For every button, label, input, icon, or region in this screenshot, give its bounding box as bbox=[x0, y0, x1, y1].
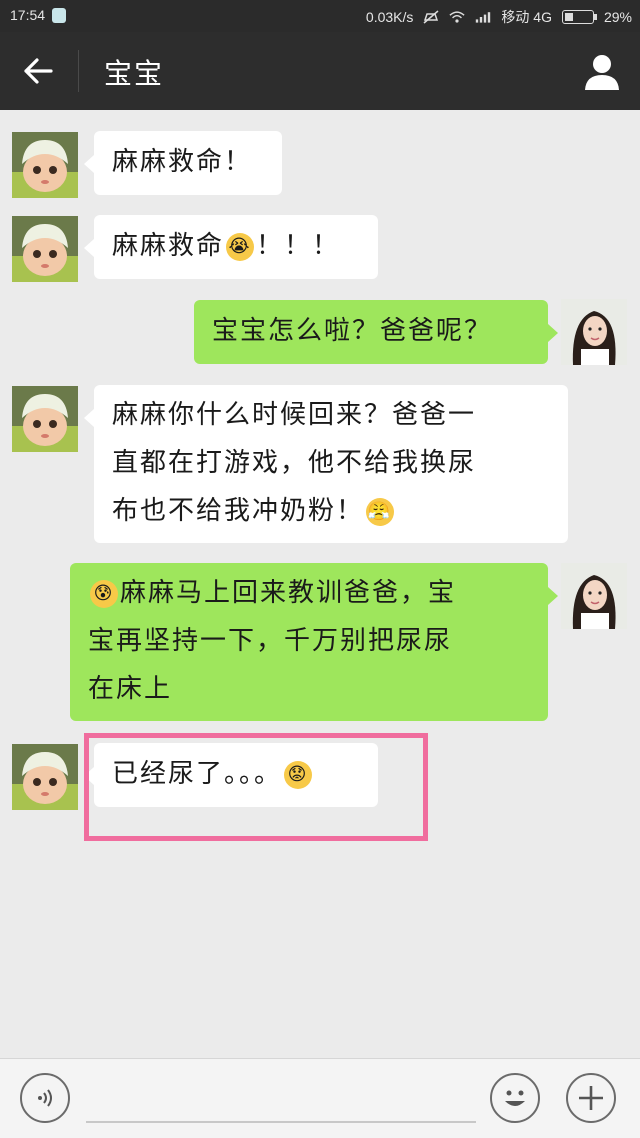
message-line: 在床上 bbox=[88, 674, 173, 704]
chat-title: 宝宝 bbox=[104, 57, 165, 90]
notification-icon bbox=[52, 8, 66, 23]
carrier-label: 移动 4G bbox=[501, 9, 552, 25]
message-text: 宝宝怎么啦？爸爸呢？ bbox=[212, 316, 493, 346]
back-button[interactable] bbox=[14, 48, 62, 94]
avatar-baby[interactable] bbox=[12, 216, 78, 282]
status-time: 17:54 bbox=[10, 7, 46, 23]
person-icon bbox=[585, 55, 619, 90]
highlight-annotation-box bbox=[84, 733, 428, 841]
message-bubble-received[interactable]: 麻麻救命 😭！！！ bbox=[84, 215, 378, 279]
angry-emoji-icon: 😤 bbox=[366, 497, 395, 526]
avatar-baby[interactable] bbox=[12, 386, 78, 452]
message-line: 麻麻马上回来教训爸爸，宝 bbox=[120, 578, 457, 608]
message-bubble-received[interactable]: 麻麻你什么时候回来？爸爸一 直都在打游戏，他不给我换尿 布也不给我冲奶粉！ 😤 bbox=[84, 385, 568, 543]
message-line: 麻麻你什么时候回来？爸爸一 bbox=[112, 400, 477, 430]
plus-icon bbox=[579, 1086, 603, 1110]
chat-input-bar bbox=[0, 1058, 640, 1138]
message-bubble-sent[interactable]: 😰 麻麻马上回来教训爸爸，宝 宝再坚持一下，千万别把尿尿 在床上 bbox=[70, 563, 558, 721]
voice-icon bbox=[38, 1089, 52, 1107]
message-bubble-received[interactable]: 麻麻救命！ bbox=[84, 131, 282, 195]
battery-percent: 29% bbox=[603, 9, 632, 25]
message-text: 麻麻救命 bbox=[112, 231, 225, 261]
avatar-mom[interactable] bbox=[561, 563, 627, 629]
battery-icon bbox=[561, 10, 597, 24]
header-divider bbox=[78, 50, 79, 92]
mute-icon bbox=[423, 10, 439, 24]
emoji-button[interactable] bbox=[490, 1073, 540, 1123]
avatar-mom[interactable] bbox=[561, 299, 627, 365]
fearful-emoji-icon: 😰 bbox=[90, 579, 118, 608]
wifi-icon bbox=[449, 11, 465, 23]
message-text: 麻麻救命！ bbox=[112, 147, 253, 177]
avatar-baby[interactable] bbox=[12, 744, 78, 810]
message-line: 布也不给我冲奶粉！ bbox=[112, 496, 365, 526]
message-text-suffix: ！！！ bbox=[256, 231, 341, 261]
smiley-icon bbox=[505, 1090, 525, 1106]
message-line: 宝再坚持一下，千万别把尿尿 bbox=[88, 626, 453, 656]
net-speed: 0.03K/s bbox=[365, 9, 414, 25]
back-arrow-icon bbox=[24, 58, 53, 84]
message-line: 直都在打游戏，他不给我换尿 bbox=[112, 448, 477, 478]
avatar-baby[interactable] bbox=[12, 132, 78, 198]
message-bubble-sent[interactable]: 宝宝怎么啦？爸爸呢？ bbox=[194, 300, 558, 364]
contact-profile-button[interactable] bbox=[580, 50, 624, 94]
chat-header: 宝宝 bbox=[0, 32, 640, 110]
status-bar: 17:54 0.03K/s 移动 4G 29% bbox=[0, 0, 640, 32]
more-options-button[interactable] bbox=[566, 1073, 616, 1123]
signal-icon bbox=[476, 12, 491, 23]
crying-emoji-icon: 😭 bbox=[226, 232, 255, 261]
voice-input-button[interactable] bbox=[20, 1073, 70, 1123]
message-input[interactable] bbox=[86, 1121, 476, 1123]
